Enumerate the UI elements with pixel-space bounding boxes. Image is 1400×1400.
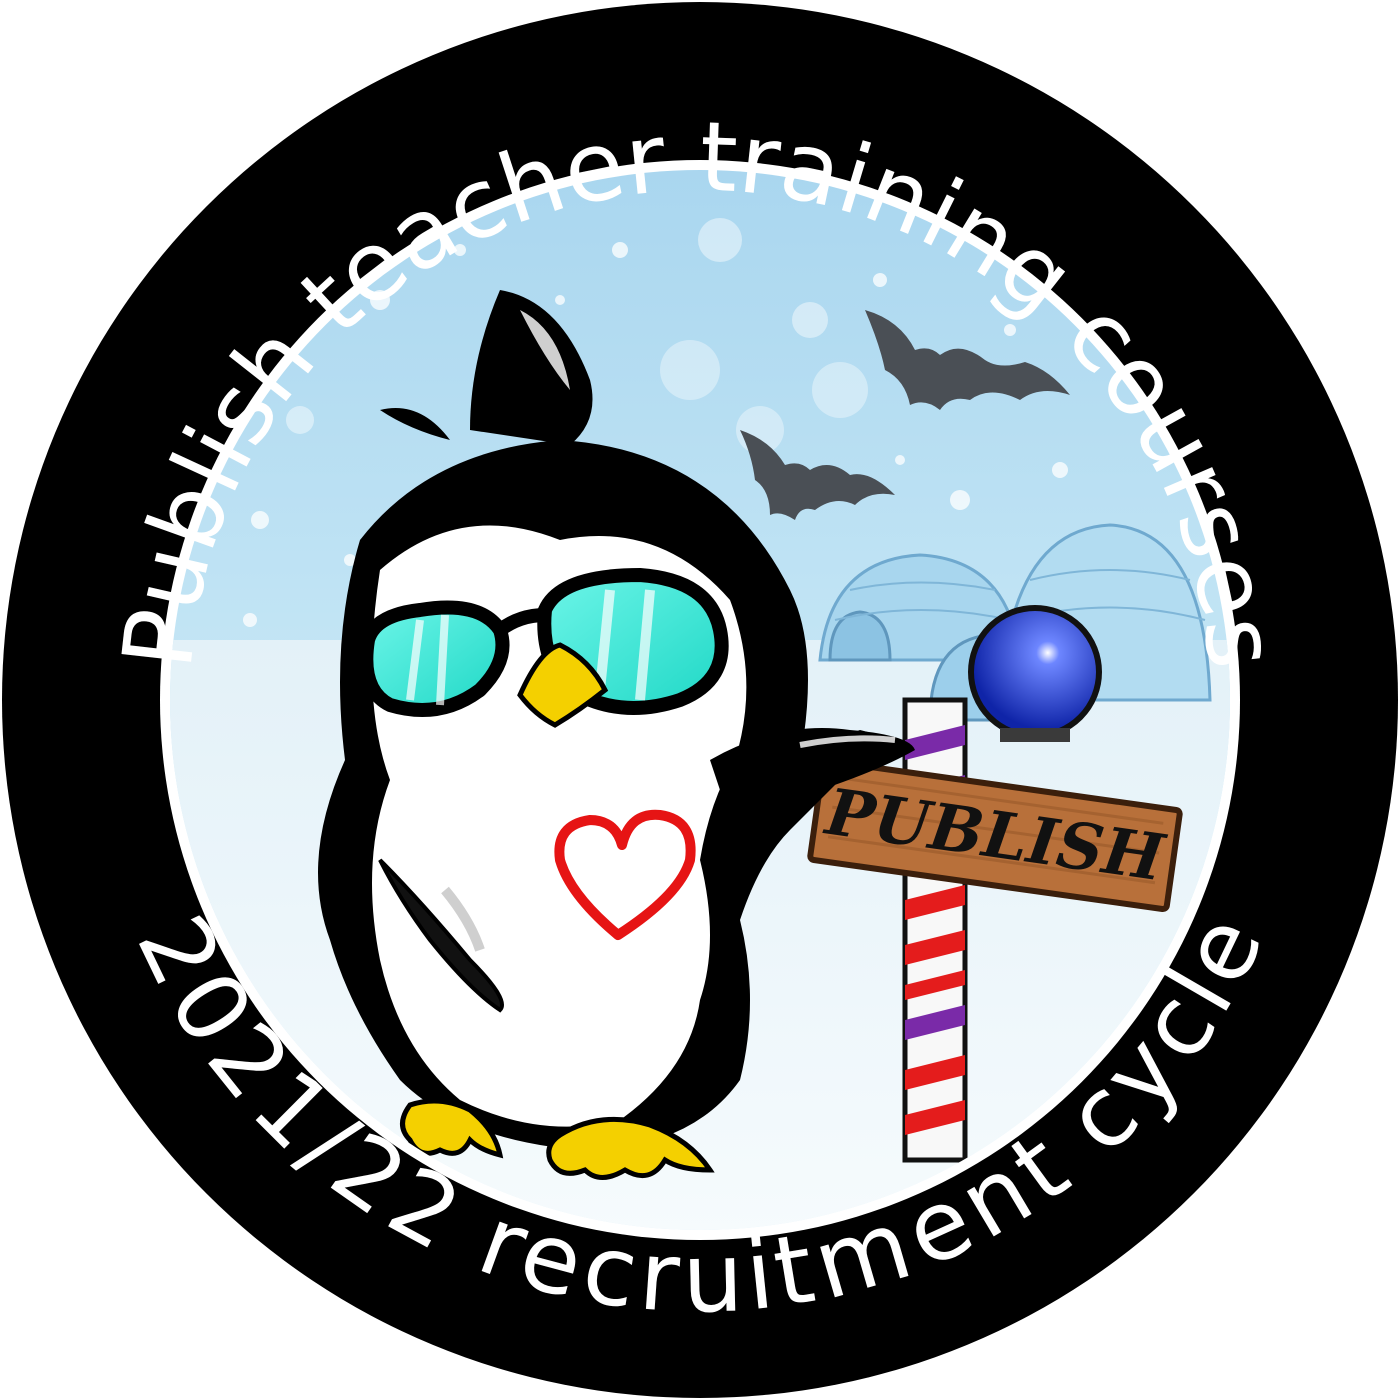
pole-ball (968, 605, 1102, 739)
badge-logo: PUBLISH Publish teacher training courses… (2, 2, 1398, 1398)
